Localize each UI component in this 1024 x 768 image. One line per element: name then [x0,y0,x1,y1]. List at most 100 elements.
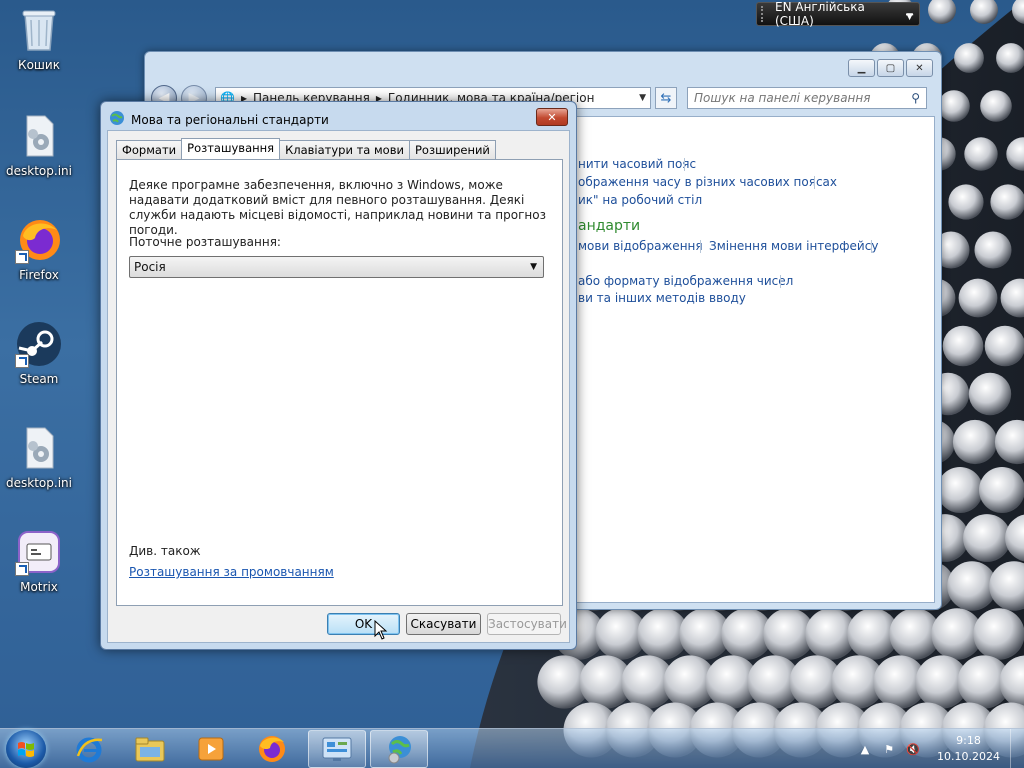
apply-button[interactable]: Застосувати [487,613,567,635]
region-globe-icon [388,736,411,764]
ok-button[interactable]: OK [327,613,400,635]
taskbar: ▲ ⚑ 🔇 9:18 10.10.2024 [0,728,1024,768]
dialog-titlebar[interactable]: Мова та регіональні стандарти [109,110,329,129]
see-also-label: Див. також [129,544,201,558]
search-input[interactable]: Пошук на панелі керування ⚲ [687,87,927,109]
system-tray: ▲ ⚑ 🔇 9:18 10.10.2024 [857,729,1024,768]
show-hidden-icons-icon[interactable]: ▲ [857,741,873,757]
desktop-icon-label: Motrix [20,580,58,594]
current-location-select[interactable]: Росія ▼ [129,256,544,278]
clock[interactable]: 9:18 10.10.2024 [937,733,1000,765]
link-input-methods[interactable]: ви та інших методів вводу [578,291,746,305]
search-placeholder: Пошук на панелі керування [694,91,871,105]
dialog-title: Мова та регіональні стандарти [131,112,329,127]
chevron-down-icon: ▼ [530,262,537,272]
wallpaper-disc [954,43,984,73]
refresh-button[interactable]: ⇆ [655,87,677,109]
address-dropdown-icon[interactable]: ▼ [639,93,646,103]
taskbar-media-player[interactable] [182,730,240,768]
wallpaper-disc [990,184,1024,220]
wallpaper-disc [942,325,984,367]
link-change-timezone[interactable]: нити часовий пояс [578,157,696,171]
desktop-icon-desktop-ini-2[interactable]: desktop.ini [1,424,77,490]
wallpaper-disc [980,90,1012,122]
clock-date: 10.10.2024 [937,750,1000,763]
volume-muted-icon[interactable]: 🔇 [905,741,921,757]
desktop-icon-steam[interactable]: Steam [1,320,77,386]
tab-keyboards[interactable]: Клавіатури та мови [279,140,410,159]
language-bar[interactable]: EN Англійська (США) ▁ ▼ [756,0,920,28]
wallpaper-disc [973,608,1024,660]
desktop-icon-label: Кошик [18,58,60,72]
start-button[interactable] [6,730,46,768]
dialog-body: Формати Розташування Клавіатури та мови … [107,130,570,643]
taskbar-internet-explorer[interactable] [60,730,118,768]
link-number-format[interactable]: або формату відображення чисел [578,274,793,288]
steam-icon [15,320,63,368]
region-globe-icon [109,110,125,129]
desktop-icon-label: Firefox [19,268,59,282]
link-separator [871,240,872,253]
tab-formats[interactable]: Формати [116,140,183,159]
link-display-language[interactable]: мови відображення [578,239,703,253]
caption-buttons: ▁ ▢ ✕ [848,59,933,77]
desktop-icon-recycle-bin[interactable]: Кошик [1,6,77,72]
desktop-icon-label: desktop.ini [6,476,72,490]
desktop-icon-motrix[interactable]: Motrix [1,528,77,594]
close-button[interactable]: ✕ [906,59,933,77]
maximize-button[interactable]: ▢ [877,59,904,77]
firefox-icon [15,216,63,264]
explorer-icon [135,737,165,762]
taskbar-control-panel[interactable] [308,730,366,768]
minimize-button[interactable]: ▁ [848,59,875,77]
section-heading-region[interactable]: андарти [578,218,640,234]
language-menu-icon[interactable]: ▁ ▼ [906,7,913,22]
wallpaper-disc [948,184,984,220]
wallpaper-disc [984,325,1024,367]
tab-strip: Формати Розташування Клавіатури та мови … [116,138,496,159]
taskbar-explorer[interactable] [121,730,179,768]
default-location-link[interactable]: Розташування за промовчанням [129,565,334,579]
wallpaper-disc [968,372,1012,416]
motrix-icon [15,528,63,576]
desktop-icon-desktop-ini[interactable]: desktop.ini [1,112,77,178]
wallpaper-disc [963,514,1011,562]
recycle-bin-icon [15,6,63,54]
action-center-icon[interactable]: ⚑ [881,741,897,757]
wallpaper-disc [958,278,998,318]
region-language-dialog[interactable]: Мова та регіональні стандарти ✕ Формати … [100,101,577,650]
wallpaper-disc [937,467,983,513]
link-separator [780,275,781,288]
link-separator [684,158,685,171]
tab-administrative[interactable]: Розширений [408,140,496,159]
wallpaper-disc [964,137,998,171]
wallpaper-disc [938,90,970,122]
current-location-label: Поточне розташування: [129,235,281,249]
wallpaper-disc [974,231,1012,269]
taskbar-firefox[interactable] [243,730,301,768]
current-location-value: Росія [134,260,166,274]
grip-handle[interactable] [761,6,765,22]
show-desktop-button[interactable] [1010,729,1024,768]
link-separator [814,176,815,189]
language-label: EN Англійська (США) [774,0,865,28]
settings-file-icon [15,112,63,160]
dialog-close-button[interactable]: ✕ [536,108,568,126]
cancel-button[interactable]: Скасувати [406,613,481,635]
taskbar-region-dialog[interactable] [370,730,428,768]
desktop-icon-label: Steam [19,372,59,386]
link-clocks-timezones[interactable]: ображення часу в різних часових поясах [578,175,837,189]
control-panel-icon [322,737,352,761]
tab-location[interactable]: Розташування [181,138,281,159]
media-player-icon [198,737,224,761]
wallpaper-disc [952,419,998,465]
search-icon[interactable]: ⚲ [911,91,920,105]
wallpaper-disc [928,0,956,24]
link-ui-language[interactable]: Змінення мови інтерфейсу [709,239,878,253]
internet-explorer-icon [76,737,103,763]
link-clock-gadget[interactable]: ик" на робочий стіл [578,193,702,207]
tab-panel-location: Деяке програмне забезпечення, включно з … [116,159,563,606]
desktop-icon-firefox[interactable]: Firefox [1,216,77,282]
link-separator [700,240,701,253]
wallpaper-disc [970,0,998,24]
